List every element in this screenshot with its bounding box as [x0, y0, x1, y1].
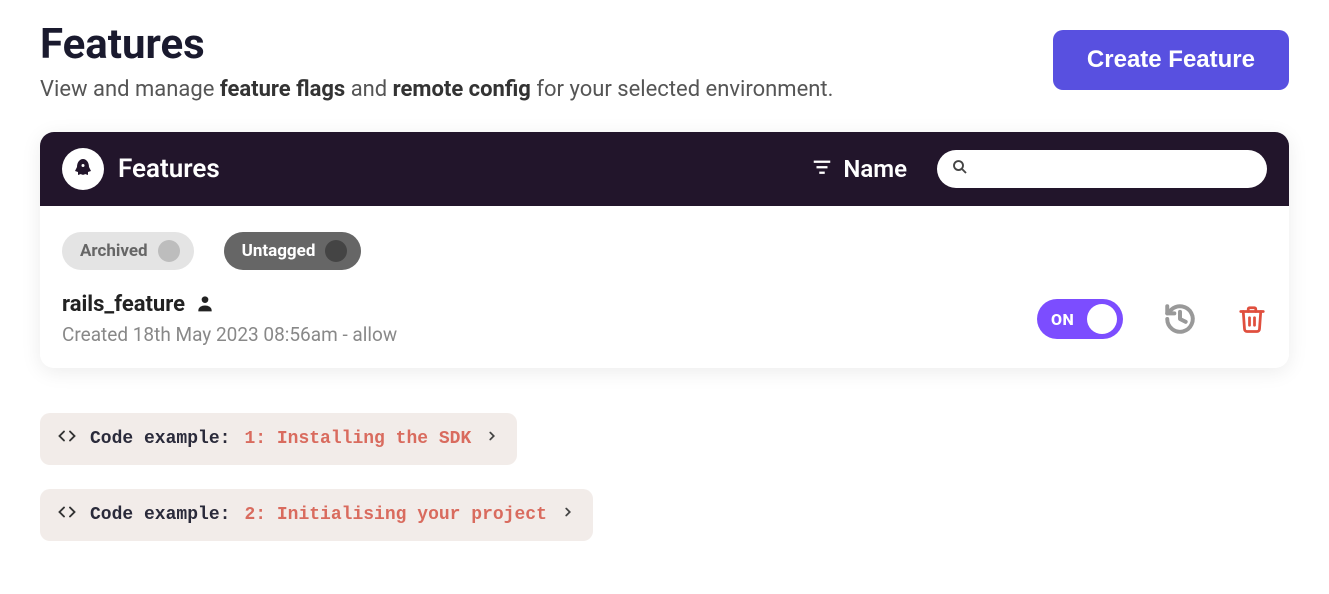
- subtitle-bold-2: remote config: [393, 77, 531, 102]
- untagged-filter-chip[interactable]: Untagged: [224, 232, 362, 270]
- subtitle-text: and: [345, 77, 392, 102]
- panel-title: Features: [118, 154, 220, 184]
- create-feature-button[interactable]: Create Feature: [1053, 30, 1289, 90]
- search-wrapper[interactable]: [937, 150, 1267, 188]
- rocket-icon: [62, 148, 104, 190]
- feature-row[interactable]: rails_feature Created 18th May 2023 08:5…: [62, 292, 1267, 346]
- code-example-item[interactable]: Code example: 2: Initialising your proje…: [40, 489, 593, 541]
- subtitle-text: View and manage: [40, 77, 220, 102]
- search-icon: [951, 158, 969, 180]
- code-example-prefix: Code example:: [90, 429, 230, 449]
- sort-control[interactable]: Name: [811, 155, 907, 183]
- feature-toggle[interactable]: ON: [1037, 299, 1123, 339]
- chip-toggle-dot: [158, 240, 180, 262]
- code-example-step: 1: Installing the SDK: [244, 429, 471, 449]
- code-icon: [58, 503, 76, 527]
- sort-label: Name: [843, 155, 907, 183]
- features-panel: Features Name Archived Untagged: [40, 132, 1289, 368]
- panel-header: Features Name: [40, 132, 1289, 206]
- feature-name: rails_feature: [62, 292, 185, 317]
- delete-button[interactable]: [1237, 304, 1267, 334]
- search-input[interactable]: [977, 160, 1253, 178]
- feature-meta: Created 18th May 2023 08:56am - allow: [62, 323, 1037, 346]
- panel-body: Archived Untagged rails_feature Created …: [40, 206, 1289, 368]
- code-example-prefix: Code example:: [90, 505, 230, 525]
- person-icon: [195, 293, 215, 317]
- chip-label: Archived: [80, 241, 148, 261]
- history-button[interactable]: [1163, 302, 1197, 336]
- code-example-item[interactable]: Code example: 1: Installing the SDK: [40, 413, 517, 465]
- chevron-right-icon: [485, 429, 499, 449]
- subtitle-bold-1: feature flags: [220, 77, 345, 102]
- page-title: Features: [40, 20, 1053, 69]
- archived-filter-chip[interactable]: Archived: [62, 232, 194, 270]
- filter-icon: [811, 156, 833, 182]
- toggle-label: ON: [1051, 310, 1074, 329]
- toggle-knob: [1087, 304, 1117, 334]
- chevron-right-icon: [561, 505, 575, 525]
- chip-toggle-dot: [325, 240, 347, 262]
- page-subtitle: View and manage feature flags and remote…: [40, 77, 1053, 102]
- chip-label: Untagged: [242, 241, 316, 261]
- code-icon: [58, 427, 76, 451]
- subtitle-text: for your selected environment.: [531, 77, 834, 102]
- code-example-step: 2: Initialising your project: [244, 505, 546, 525]
